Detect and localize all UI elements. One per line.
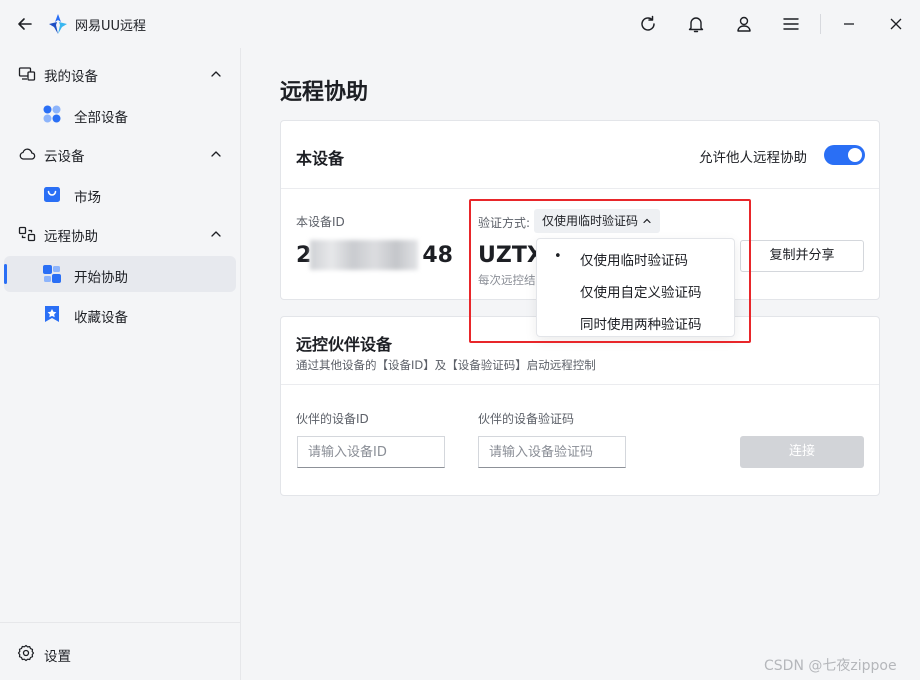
- refresh-icon[interactable]: [637, 13, 659, 35]
- code-hint: 每次远控结: [478, 273, 536, 287]
- chevron-up-icon: [642, 216, 652, 226]
- partner-id-input[interactable]: [297, 436, 445, 468]
- active-indicator: [4, 264, 7, 284]
- bell-icon[interactable]: [685, 13, 707, 35]
- allow-remote-toggle[interactable]: [824, 145, 865, 165]
- watermark: CSDN @七夜zippoe: [764, 658, 897, 674]
- sidebar-item-favorite-devices[interactable]: 收藏设备: [4, 296, 236, 332]
- sidebar-group-label: 远程协助: [44, 229, 98, 245]
- verification-code: UZTX: [478, 243, 544, 268]
- device-id-redaction: [310, 240, 418, 270]
- page-title: 远程协助: [280, 80, 369, 105]
- menu-icon[interactable]: [780, 13, 802, 35]
- sidebar-item-all-devices[interactable]: 全部设备: [4, 96, 236, 132]
- close-icon[interactable]: [885, 13, 907, 35]
- sidebar-group-label: 云设备: [44, 149, 85, 165]
- title-bar: 网易UU远程: [0, 0, 920, 48]
- sidebar-item-label: 市场: [74, 190, 101, 206]
- cloud-icon: [18, 145, 36, 163]
- sidebar-divider: [0, 622, 241, 623]
- dropdown-option-label: 仅使用自定义验证码: [580, 285, 702, 301]
- chevron-up-icon[interactable]: [208, 226, 224, 242]
- allow-remote-label: 允许他人远程协助: [699, 150, 807, 166]
- this-device-title: 本设备: [296, 149, 345, 168]
- partner-code-label: 伙伴的设备验证码: [478, 412, 575, 426]
- user-icon[interactable]: [733, 13, 755, 35]
- partner-title: 远控伙伴设备: [296, 335, 393, 354]
- toggle-knob: [848, 148, 862, 162]
- chevron-up-icon[interactable]: [208, 146, 224, 162]
- verify-method-value: 仅使用临时验证码: [542, 214, 639, 228]
- connect-button[interactable]: 连接: [740, 436, 864, 468]
- sidebar-group-cloud-devices[interactable]: 云设备: [0, 134, 241, 174]
- settings-button[interactable]: 设置: [0, 636, 241, 670]
- dropdown-option-label: 同时使用两种验证码: [580, 317, 702, 333]
- device-id-label: 本设备ID: [296, 215, 345, 229]
- dropdown-option[interactable]: 同时使用两种验证码: [537, 305, 736, 337]
- sidebar-item-label: 收藏设备: [74, 310, 128, 326]
- copy-share-button[interactable]: 复制并分享: [740, 240, 864, 272]
- verify-method-select[interactable]: 仅使用临时验证码: [534, 209, 661, 233]
- card-divider: [281, 188, 879, 189]
- sidebar-item-label: 开始协助: [74, 270, 128, 286]
- devices-icon: [18, 65, 36, 83]
- sidebar-group-my-devices[interactable]: 我的设备: [0, 54, 241, 94]
- sidebar-group-remote-assist[interactable]: 远程协助: [0, 214, 241, 254]
- bag-icon: [42, 184, 62, 204]
- app-logo-icon: [48, 13, 68, 35]
- card-divider: [281, 384, 879, 385]
- chevron-up-icon[interactable]: [208, 66, 224, 82]
- sidebar: 我的设备 全部设备 云设备 市场 远程协助 开始协助 收藏设备 设置: [0, 48, 241, 680]
- dropdown-option-label: 仅使用临时验证码: [580, 253, 688, 269]
- sidebar-group-label: 我的设备: [44, 69, 98, 85]
- dropdown-option[interactable]: 仅使用自定义验证码: [537, 273, 736, 305]
- dropdown-option[interactable]: • 仅使用临时验证码: [537, 241, 736, 273]
- remote-icon: [18, 225, 36, 243]
- back-arrow-icon[interactable]: [14, 13, 36, 35]
- titlebar-separator: [820, 14, 821, 34]
- gear-icon: [17, 644, 35, 662]
- partner-description: 通过其他设备的【设备ID】及【设备验证码】启动远程控制: [296, 358, 596, 372]
- settings-label: 设置: [44, 649, 71, 665]
- sidebar-item-start-assist[interactable]: 开始协助: [4, 256, 236, 292]
- minimize-icon[interactable]: [838, 13, 860, 35]
- star-icon: [42, 304, 62, 324]
- selected-dot-icon: •: [554, 249, 562, 264]
- verify-method-label: 验证方式:: [478, 216, 531, 230]
- verify-method-dropdown: • 仅使用临时验证码 仅使用自定义验证码 同时使用两种验证码: [536, 238, 735, 337]
- sidebar-item-label: 全部设备: [74, 110, 128, 126]
- app-title: 网易UU远程: [75, 19, 147, 34]
- sidebar-item-market[interactable]: 市场: [4, 176, 236, 212]
- partner-id-label: 伙伴的设备ID: [296, 412, 369, 426]
- device-id-suffix: 48: [422, 243, 453, 268]
- start-assist-icon: [42, 264, 62, 284]
- partner-code-input[interactable]: [478, 436, 626, 468]
- grid-icon: [42, 104, 62, 124]
